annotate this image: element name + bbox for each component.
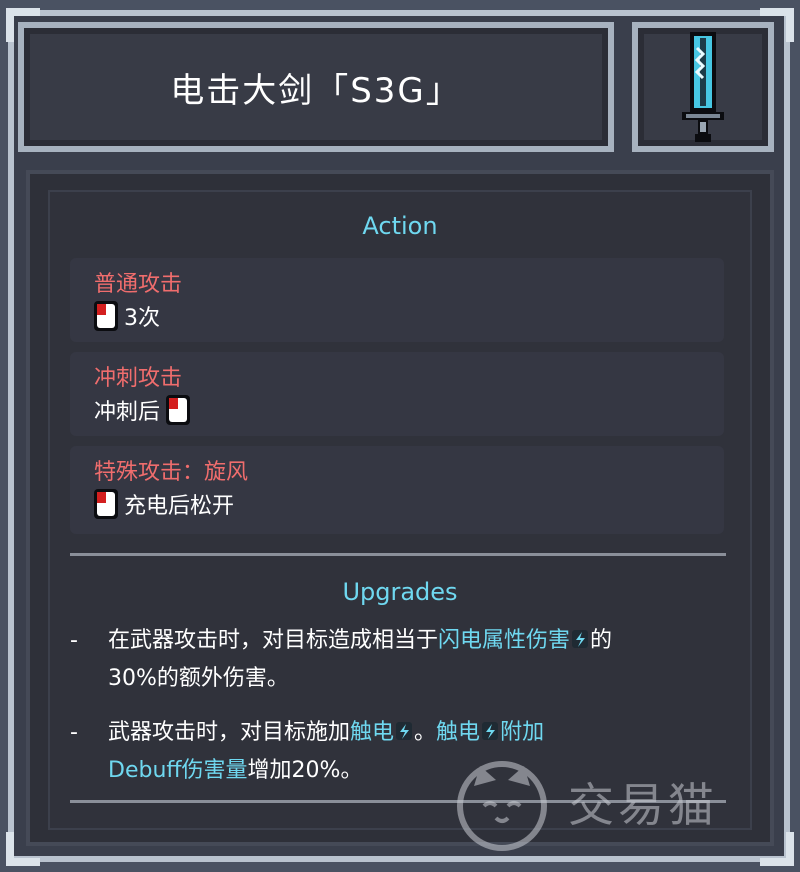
action-title: 普通攻击: [94, 272, 183, 297]
weapon-title-box: 电击大剑「S3G」: [18, 22, 614, 152]
bullet-dash: -: [70, 628, 78, 653]
debuff-damage-keyword: Debuff伤害量: [108, 758, 248, 783]
action-desc-text: 冲刺后: [94, 400, 161, 425]
action-title: 冲刺攻击: [94, 366, 183, 391]
lightning-icon: [482, 722, 499, 740]
action-card-special: 特殊攻击：旋风 充电后松开: [70, 446, 724, 534]
upgrade-text-part: 30%的额外伤害。: [108, 666, 289, 691]
left-mouse-icon: [94, 301, 118, 331]
upgrade-text: 在武器攻击时，对目标造成相当于闪电属性伤害的 30%的额外伤害。: [108, 622, 728, 698]
lightning-damage-keyword: 闪电属性伤害: [438, 628, 571, 653]
action-card-normal: 普通攻击 3次: [70, 258, 724, 342]
watermark-text: 交易猫: [568, 778, 718, 832]
upgrades-heading: Upgrades: [342, 578, 458, 606]
electric-greatsword-icon: [682, 32, 724, 142]
divider: [70, 553, 726, 556]
shock-keyword: 触电: [436, 720, 481, 745]
upgrade-text-part: 。: [414, 720, 437, 745]
left-mouse-icon: [166, 395, 191, 425]
left-mouse-icon: [94, 489, 118, 519]
bullet-dash: -: [70, 720, 78, 745]
action-desc-text: 充电后松开: [124, 494, 235, 519]
lightning-icon: [396, 722, 413, 740]
lightning-icon: [572, 630, 589, 648]
upgrade-text-part: 武器攻击时，对目标施加: [108, 720, 351, 745]
action-desc-text: 3次: [124, 306, 160, 331]
upgrade-text-part: 的: [590, 628, 613, 653]
action-desc: 3次: [94, 300, 160, 332]
weapon-icon-box: [632, 22, 774, 152]
upgrade-item: - 在武器攻击时，对目标造成相当于闪电属性伤害的 30%的额外伤害。: [70, 622, 730, 702]
cat-logo-icon: [457, 761, 547, 851]
upgrade-text-part: 增加20%。: [247, 758, 363, 783]
upgrade-text-part: 在武器攻击时，对目标造成相当于: [108, 628, 439, 653]
shock-keyword: 触电: [350, 720, 395, 745]
action-heading: Action: [362, 212, 438, 240]
watermark: 交易猫: [452, 752, 782, 852]
upgrade-text-part: 附加: [500, 720, 545, 745]
weapon-name: 电击大剑「S3G」: [170, 70, 462, 111]
action-desc: 冲刺后: [94, 394, 191, 426]
action-card-dash: 冲刺攻击 冲刺后: [70, 352, 724, 436]
action-desc: 充电后松开: [94, 488, 234, 520]
action-title: 特殊攻击：旋风: [94, 460, 249, 485]
